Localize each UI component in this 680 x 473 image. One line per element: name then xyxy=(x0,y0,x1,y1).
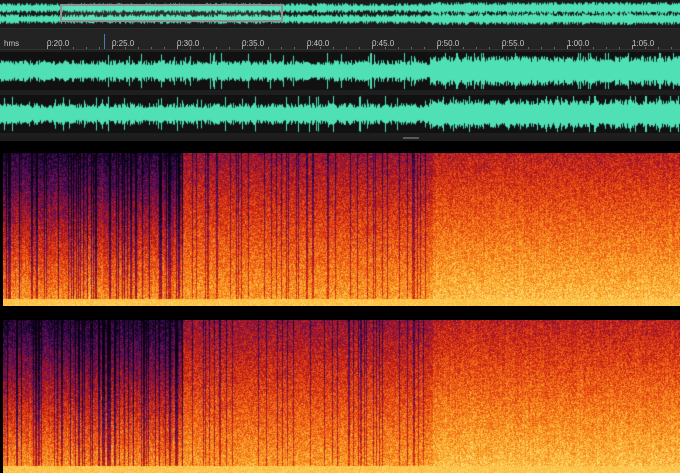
time-minor-tick xyxy=(359,47,360,49)
time-minor-tick xyxy=(463,47,464,49)
time-minor-tick xyxy=(398,47,399,49)
time-tick-label: 0:25.0 xyxy=(112,39,135,48)
time-minor-tick xyxy=(333,47,334,49)
time-minor-tick xyxy=(60,47,61,49)
spectral-display[interactable] xyxy=(0,141,680,473)
time-minor-tick xyxy=(671,47,672,49)
time-tick-mark xyxy=(47,45,48,49)
time-tick-mark xyxy=(502,45,503,49)
time-tick-label: 0:20.0 xyxy=(47,39,70,48)
time-minor-tick xyxy=(268,47,269,49)
time-minor-tick xyxy=(450,47,451,49)
zoom-viewport-box[interactable] xyxy=(60,4,283,22)
time-tick-label: 0:30.0 xyxy=(177,39,200,48)
time-minor-tick xyxy=(203,47,204,49)
time-tick-mark xyxy=(177,45,178,49)
time-tick-label: 0:50.0 xyxy=(437,39,460,48)
time-tick-mark xyxy=(437,45,438,49)
playhead-marker[interactable] xyxy=(104,34,105,49)
time-minor-tick xyxy=(320,47,321,49)
time-tick-label: 1:05.0 xyxy=(632,39,655,48)
time-tick-mark xyxy=(372,45,373,49)
time-minor-tick xyxy=(138,47,139,49)
time-ruler[interactable]: hms 0:20.0 0:25.0 0:30.0 0:35.0 0:40.0 0:45.0… xyxy=(0,29,680,50)
time-minor-tick xyxy=(73,47,74,49)
overview-navigator[interactable] xyxy=(0,0,680,29)
time-tick-label: 0:40.0 xyxy=(307,39,330,48)
time-minor-tick xyxy=(255,47,256,49)
time-minor-tick xyxy=(515,47,516,49)
time-tick-mark xyxy=(112,45,113,49)
time-minor-tick xyxy=(476,47,477,49)
time-minor-tick xyxy=(541,47,542,49)
time-minor-tick xyxy=(86,47,87,49)
time-minor-tick xyxy=(125,47,126,49)
time-minor-tick xyxy=(151,47,152,49)
time-minor-tick xyxy=(190,47,191,49)
time-minor-tick xyxy=(216,47,217,49)
time-minor-tick xyxy=(411,47,412,49)
time-minor-tick xyxy=(580,47,581,49)
spectrogram-left-canvas xyxy=(3,153,680,306)
spectrogram-right-canvas xyxy=(3,320,680,473)
time-unit-label: hms xyxy=(4,39,20,48)
waveform-track-left[interactable] xyxy=(0,52,680,90)
divider-grip-icon[interactable] xyxy=(403,137,419,139)
time-minor-tick xyxy=(658,47,659,49)
time-minor-tick xyxy=(294,47,295,49)
spectrogram-left[interactable] xyxy=(3,153,680,306)
time-minor-tick xyxy=(489,47,490,49)
time-minor-tick xyxy=(528,47,529,49)
time-minor-tick xyxy=(346,47,347,49)
time-minor-tick xyxy=(281,47,282,49)
time-minor-tick xyxy=(99,47,100,49)
waveform-right xyxy=(0,95,680,133)
waveform-left xyxy=(0,52,680,90)
time-tick-mark xyxy=(567,45,568,49)
time-tick-label: 0:45.0 xyxy=(372,39,395,48)
time-tick-mark xyxy=(307,45,308,49)
time-minor-tick xyxy=(229,47,230,49)
time-minor-tick xyxy=(385,47,386,49)
time-minor-tick xyxy=(164,47,165,49)
spectrogram-right[interactable] xyxy=(3,320,680,473)
time-tick-mark xyxy=(242,45,243,49)
time-tick-label: 1:00.0 xyxy=(567,39,590,48)
time-tick-mark xyxy=(632,45,633,49)
time-minor-tick xyxy=(593,47,594,49)
time-minor-tick xyxy=(645,47,646,49)
time-tick-label: 0:55.0 xyxy=(502,39,525,48)
waveform-track-right[interactable] xyxy=(0,95,680,133)
time-minor-tick xyxy=(554,47,555,49)
time-tick-label: 0:35.0 xyxy=(242,39,265,48)
time-minor-tick xyxy=(424,47,425,49)
time-minor-tick xyxy=(606,47,607,49)
time-minor-tick xyxy=(619,47,620,49)
